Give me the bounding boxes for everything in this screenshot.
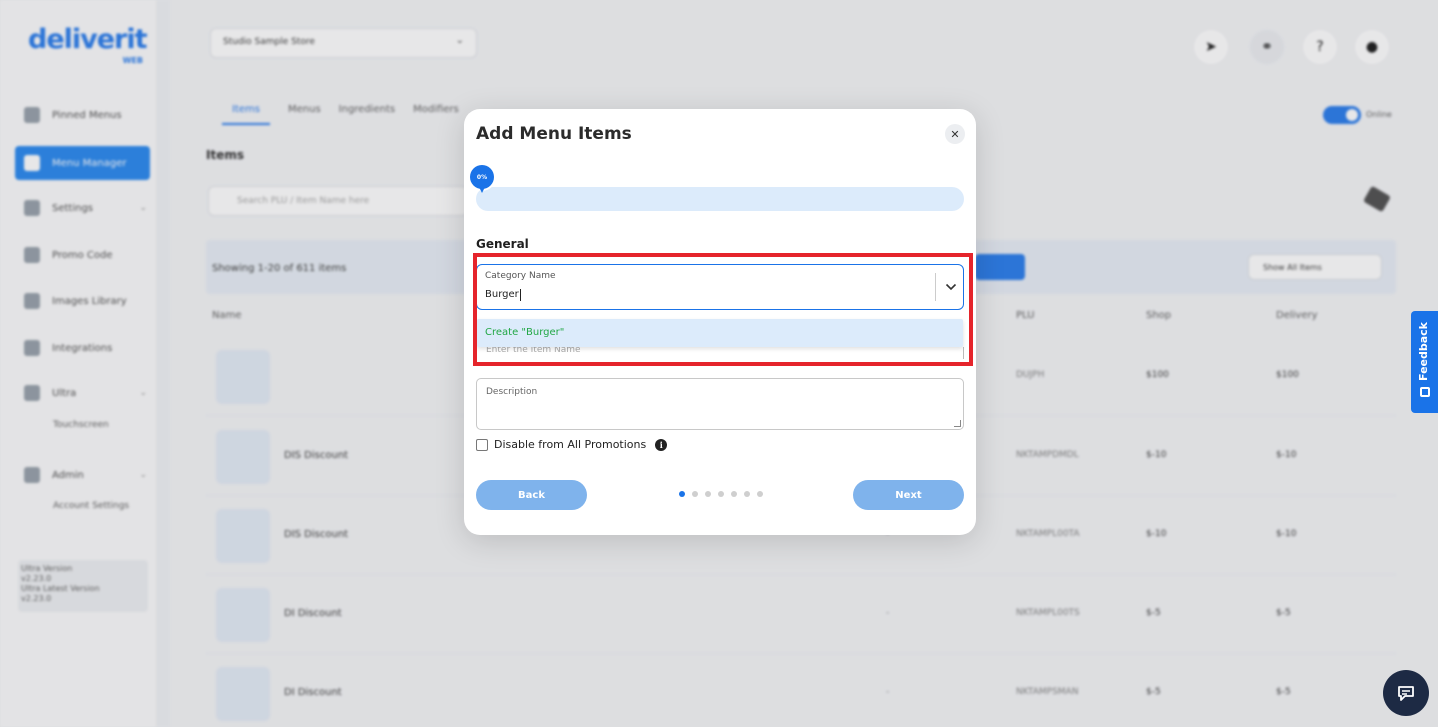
progress-bar xyxy=(476,187,964,211)
close-icon: ✕ xyxy=(950,127,960,141)
next-button[interactable]: Next xyxy=(853,480,964,510)
highlight-box xyxy=(473,253,973,366)
chat-icon xyxy=(1398,686,1414,701)
description-textarea[interactable]: Description xyxy=(476,378,964,430)
step-dot xyxy=(744,491,750,497)
add-menu-items-modal: Add Menu Items ✕ 0% General Enter the It… xyxy=(464,109,976,535)
step-dot xyxy=(679,491,685,497)
description-label: Description xyxy=(486,387,538,397)
info-icon[interactable]: i xyxy=(655,438,668,451)
section-heading: General xyxy=(476,237,529,251)
feedback-icon xyxy=(1420,387,1430,397)
step-dot xyxy=(757,491,763,497)
back-button[interactable]: Back xyxy=(476,480,587,510)
step-dot xyxy=(705,491,711,497)
resize-handle[interactable] xyxy=(954,420,961,427)
step-dot xyxy=(731,491,737,497)
step-dot xyxy=(692,491,698,497)
promotions-checkbox-row: Disable from All Promotions i xyxy=(476,438,668,451)
step-dot xyxy=(718,491,724,497)
progress-indicator: 0% xyxy=(470,165,494,193)
step-indicator xyxy=(679,491,763,497)
close-button[interactable]: ✕ xyxy=(945,124,965,144)
disable-promotions-checkbox[interactable] xyxy=(476,438,488,451)
feedback-tab[interactable]: Feedback xyxy=(1411,311,1438,413)
disable-promotions-label[interactable]: Disable from All Promotions xyxy=(494,438,646,451)
chat-button[interactable] xyxy=(1383,670,1429,716)
modal-title: Add Menu Items xyxy=(476,124,632,144)
